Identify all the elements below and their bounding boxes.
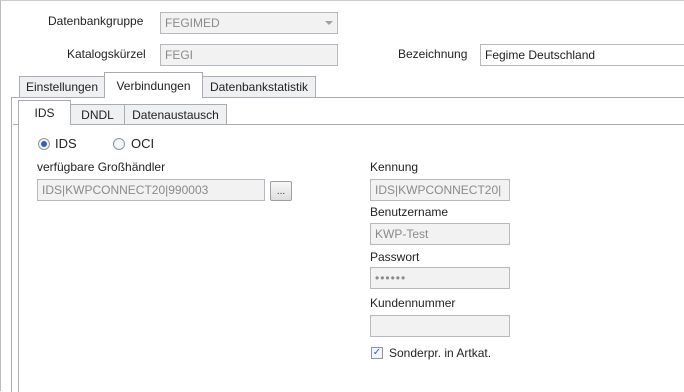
ids-radio[interactable] bbox=[38, 138, 50, 150]
id-label: Kennung bbox=[370, 160, 419, 174]
oci-radio[interactable] bbox=[113, 138, 125, 150]
browse-button[interactable]: ... bbox=[270, 181, 292, 201]
user-label: Benutzername bbox=[370, 205, 449, 219]
customer-label: Kundennummer bbox=[370, 296, 456, 310]
group-combobox[interactable]: FEGIMED bbox=[160, 12, 338, 34]
name-field[interactable]: Fegime Deutschland bbox=[480, 44, 684, 66]
name-label: Bezeichnung bbox=[398, 47, 468, 61]
tab-verbindungen-label: Verbindungen bbox=[116, 78, 191, 93]
user-value: KWP-Test bbox=[375, 227, 429, 241]
oci-radio-label: OCI bbox=[131, 136, 155, 151]
wholesaler-label: verfügbare Großhändler bbox=[37, 160, 166, 174]
main-panel-left-border bbox=[11, 97, 12, 392]
special-price-checkbox[interactable]: ✓ bbox=[371, 347, 383, 359]
tab-datenaustausch[interactable]: Datenaustausch bbox=[124, 104, 227, 124]
short-label: Katalogskürzel bbox=[67, 47, 146, 61]
tab-dndl[interactable]: DNDL bbox=[70, 104, 125, 124]
tab-datenbankstatistik-label: Datenbankstatistik bbox=[209, 80, 309, 94]
tab-datenbankstatistik[interactable]: Datenbankstatistik bbox=[202, 76, 316, 97]
name-value: Fegime Deutschland bbox=[485, 48, 596, 62]
tab-dndl-label: DNDL bbox=[81, 107, 114, 122]
special-price-label: Sonderpr. in Artkat. bbox=[389, 346, 492, 360]
tab-datenaustausch-label: Datenaustausch bbox=[132, 107, 219, 122]
customer-field[interactable] bbox=[370, 315, 510, 337]
main-tab-baseline-left bbox=[11, 97, 104, 98]
tab-einstellungen[interactable]: Einstellungen bbox=[19, 76, 105, 97]
tab-einstellungen-label: Einstellungen bbox=[25, 80, 99, 94]
ids-radio-label: IDS bbox=[55, 136, 77, 151]
wholesaler-value: IDS|KWPCONNECT20|990003 bbox=[42, 183, 209, 197]
id-value: IDS|KWPCONNECT20| bbox=[375, 183, 502, 197]
password-label: Passwort bbox=[370, 250, 420, 264]
wholesaler-field[interactable]: IDS|KWPCONNECT20|990003 bbox=[37, 179, 265, 201]
sub-panel-left-border bbox=[18, 124, 19, 392]
id-field[interactable]: IDS|KWPCONNECT20| bbox=[370, 179, 510, 201]
tab-verbindungen[interactable]: Verbindungen bbox=[104, 72, 203, 98]
settings-window: Datenbankgruppe FEGIMED Katalogskürzel F… bbox=[0, 0, 684, 392]
group-label: Datenbankgruppe bbox=[48, 14, 144, 28]
password-value: •••••• bbox=[375, 271, 407, 285]
tab-ids[interactable]: IDS bbox=[18, 100, 71, 125]
chevron-down-icon bbox=[325, 21, 333, 25]
short-value: FEGI bbox=[165, 48, 194, 62]
tab-ids-label: IDS bbox=[34, 106, 55, 120]
group-value: FEGIMED bbox=[165, 16, 220, 30]
short-field[interactable]: FEGI bbox=[160, 44, 338, 66]
password-field[interactable]: •••••• bbox=[370, 267, 510, 289]
browse-button-label: ... bbox=[276, 186, 286, 197]
user-field[interactable]: KWP-Test bbox=[370, 223, 510, 245]
main-tab-baseline-right bbox=[203, 97, 684, 98]
sub-tab-baseline-right bbox=[71, 124, 684, 125]
